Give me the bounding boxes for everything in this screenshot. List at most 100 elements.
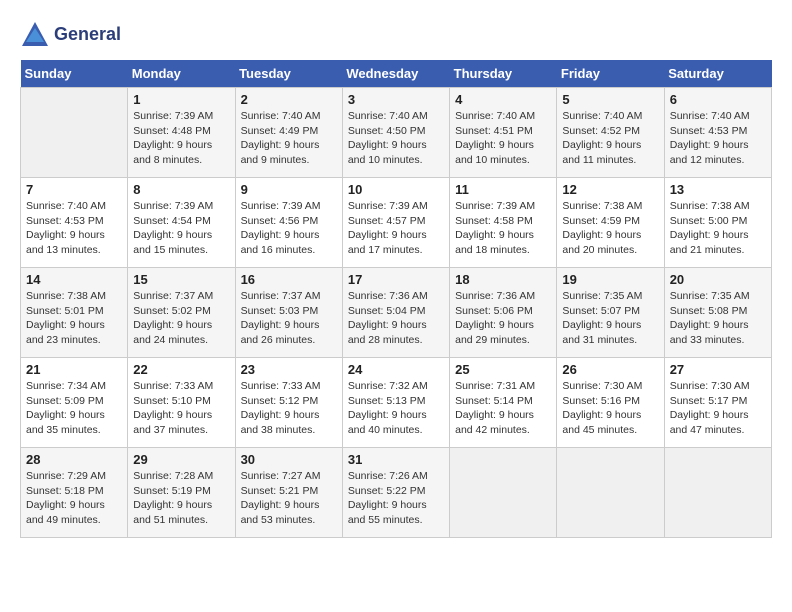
day-info: Sunrise: 7:31 AMSunset: 5:14 PMDaylight:… [455, 379, 551, 438]
calendar-week-1: 1Sunrise: 7:39 AMSunset: 4:48 PMDaylight… [21, 88, 772, 178]
day-number: 16 [241, 272, 337, 287]
day-info: Sunrise: 7:39 AMSunset: 4:48 PMDaylight:… [133, 109, 229, 168]
calendar-cell: 8Sunrise: 7:39 AMSunset: 4:54 PMDaylight… [128, 178, 235, 268]
day-info: Sunrise: 7:39 AMSunset: 4:54 PMDaylight:… [133, 199, 229, 258]
calendar-body: 1Sunrise: 7:39 AMSunset: 4:48 PMDaylight… [21, 88, 772, 538]
day-number: 2 [241, 92, 337, 107]
day-info: Sunrise: 7:39 AMSunset: 4:57 PMDaylight:… [348, 199, 444, 258]
day-number: 24 [348, 362, 444, 377]
calendar-cell [664, 448, 771, 538]
day-info: Sunrise: 7:40 AMSunset: 4:50 PMDaylight:… [348, 109, 444, 168]
day-number: 10 [348, 182, 444, 197]
header-day-wednesday: Wednesday [342, 60, 449, 88]
calendar-cell: 13 Sunrise: 7:38 AMSunset: 5:00 PMDayligh… [664, 178, 771, 268]
day-number: 20 [670, 272, 766, 287]
calendar-cell: 4 Sunrise: 7:40 AMSunset: 4:51 PMDaylight… [450, 88, 557, 178]
logo: General [20, 20, 121, 50]
day-number: 7 [26, 182, 122, 197]
calendar-cell: 2 Sunrise: 7:40 AMSunset: 4:49 PMDaylight… [235, 88, 342, 178]
day-number: 9 [241, 182, 337, 197]
day-number: 23 [241, 362, 337, 377]
calendar-cell: 14 Sunrise: 7:38 AMSunset: 5:01 PMDayligh… [21, 268, 128, 358]
day-info: Sunrise: 7:34 AMSunset: 5:09 PMDaylight:… [26, 379, 122, 438]
calendar-cell: 10 Sunrise: 7:39 AMSunset: 4:57 PMDayligh… [342, 178, 449, 268]
calendar-cell: 19 Sunrise: 7:35 AMSunset: 5:07 PMDayligh… [557, 268, 664, 358]
header-day-sunday: Sunday [21, 60, 128, 88]
logo-text: General [54, 25, 121, 45]
calendar-cell: 11 Sunrise: 7:39 AMSunset: 4:58 PMDayligh… [450, 178, 557, 268]
calendar-cell: 31Sunrise: 7:26 AMSunset: 5:22 PMDayligh… [342, 448, 449, 538]
day-info: Sunrise: 7:40 AMSunset: 4:49 PMDaylight:… [241, 109, 337, 168]
day-info: Sunrise: 7:28 AMSunset: 5:19 PMDaylight:… [133, 469, 229, 528]
calendar-cell: 27 Sunrise: 7:30 AMSunset: 5:17 PMDayligh… [664, 358, 771, 448]
calendar-cell: 26 Sunrise: 7:30 AMSunset: 5:16 PMDayligh… [557, 358, 664, 448]
header-day-monday: Monday [128, 60, 235, 88]
page-header: General [20, 20, 772, 50]
calendar-cell [21, 88, 128, 178]
calendar-cell: 30Sunrise: 7:27 AMSunset: 5:21 PMDayligh… [235, 448, 342, 538]
day-number: 22 [133, 362, 229, 377]
day-number: 28 [26, 452, 122, 467]
day-info: Sunrise: 7:39 AMSunset: 4:58 PMDaylight:… [455, 199, 551, 258]
day-info: Sunrise: 7:32 AMSunset: 5:13 PMDaylight:… [348, 379, 444, 438]
day-info: Sunrise: 7:38 AMSunset: 5:00 PMDaylight:… [670, 199, 766, 258]
day-info: Sunrise: 7:36 AMSunset: 5:06 PMDaylight:… [455, 289, 551, 348]
header-day-thursday: Thursday [450, 60, 557, 88]
calendar-cell: 22 Sunrise: 7:33 AMSunset: 5:10 PMDayligh… [128, 358, 235, 448]
day-info: Sunrise: 7:30 AMSunset: 5:17 PMDaylight:… [670, 379, 766, 438]
calendar-week-3: 14 Sunrise: 7:38 AMSunset: 5:01 PMDayligh… [21, 268, 772, 358]
day-info: Sunrise: 7:39 AMSunset: 4:56 PMDaylight:… [241, 199, 337, 258]
day-number: 11 [455, 182, 551, 197]
calendar-cell: 20 Sunrise: 7:35 AMSunset: 5:08 PMDayligh… [664, 268, 771, 358]
calendar-cell: 16Sunrise: 7:37 AMSunset: 5:03 PMDayligh… [235, 268, 342, 358]
day-number: 17 [348, 272, 444, 287]
day-info: Sunrise: 7:40 AMSunset: 4:53 PMDaylight:… [670, 109, 766, 168]
calendar-cell: 24 Sunrise: 7:32 AMSunset: 5:13 PMDayligh… [342, 358, 449, 448]
day-info: Sunrise: 7:40 AMSunset: 4:51 PMDaylight:… [455, 109, 551, 168]
calendar-cell: 3 Sunrise: 7:40 AMSunset: 4:50 PMDaylight… [342, 88, 449, 178]
calendar-cell: 12Sunrise: 7:38 AMSunset: 4:59 PMDayligh… [557, 178, 664, 268]
calendar-cell: 7 Sunrise: 7:40 AMSunset: 4:53 PMDaylight… [21, 178, 128, 268]
day-info: Sunrise: 7:37 AMSunset: 5:02 PMDaylight:… [133, 289, 229, 348]
day-number: 30 [241, 452, 337, 467]
day-info: Sunrise: 7:40 AMSunset: 4:52 PMDaylight:… [562, 109, 658, 168]
day-info: Sunrise: 7:38 AMSunset: 5:01 PMDaylight:… [26, 289, 122, 348]
day-number: 14 [26, 272, 122, 287]
header-day-friday: Friday [557, 60, 664, 88]
day-info: Sunrise: 7:30 AMSunset: 5:16 PMDaylight:… [562, 379, 658, 438]
day-info: Sunrise: 7:35 AMSunset: 5:08 PMDaylight:… [670, 289, 766, 348]
day-number: 21 [26, 362, 122, 377]
calendar-cell: 6 Sunrise: 7:40 AMSunset: 4:53 PMDaylight… [664, 88, 771, 178]
calendar-cell: 18 Sunrise: 7:36 AMSunset: 5:06 PMDayligh… [450, 268, 557, 358]
day-number: 4 [455, 92, 551, 107]
calendar-cell: 28 Sunrise: 7:29 AMSunset: 5:18 PMDayligh… [21, 448, 128, 538]
header-day-saturday: Saturday [664, 60, 771, 88]
day-number: 18 [455, 272, 551, 287]
day-info: Sunrise: 7:29 AMSunset: 5:18 PMDaylight:… [26, 469, 122, 528]
calendar-cell: 15Sunrise: 7:37 AMSunset: 5:02 PMDayligh… [128, 268, 235, 358]
day-number: 19 [562, 272, 658, 287]
day-number: 13 [670, 182, 766, 197]
day-info: Sunrise: 7:35 AMSunset: 5:07 PMDaylight:… [562, 289, 658, 348]
day-number: 6 [670, 92, 766, 107]
day-number: 31 [348, 452, 444, 467]
calendar-cell [557, 448, 664, 538]
calendar-cell: 23Sunrise: 7:33 AMSunset: 5:12 PMDayligh… [235, 358, 342, 448]
day-number: 27 [670, 362, 766, 377]
day-info: Sunrise: 7:33 AMSunset: 5:10 PMDaylight:… [133, 379, 229, 438]
calendar-week-2: 7 Sunrise: 7:40 AMSunset: 4:53 PMDaylight… [21, 178, 772, 268]
calendar-week-4: 21 Sunrise: 7:34 AMSunset: 5:09 PMDayligh… [21, 358, 772, 448]
calendar-cell: 1Sunrise: 7:39 AMSunset: 4:48 PMDaylight… [128, 88, 235, 178]
header-day-tuesday: Tuesday [235, 60, 342, 88]
calendar-cell: 29Sunrise: 7:28 AMSunset: 5:19 PMDayligh… [128, 448, 235, 538]
day-number: 12 [562, 182, 658, 197]
day-info: Sunrise: 7:40 AMSunset: 4:53 PMDaylight:… [26, 199, 122, 258]
calendar-cell: 5 Sunrise: 7:40 AMSunset: 4:52 PMDaylight… [557, 88, 664, 178]
day-number: 3 [348, 92, 444, 107]
day-number: 5 [562, 92, 658, 107]
day-info: Sunrise: 7:36 AMSunset: 5:04 PMDaylight:… [348, 289, 444, 348]
day-number: 26 [562, 362, 658, 377]
calendar-table: SundayMondayTuesdayWednesdayThursdayFrid… [20, 60, 772, 538]
calendar-week-5: 28 Sunrise: 7:29 AMSunset: 5:18 PMDayligh… [21, 448, 772, 538]
calendar-header: SundayMondayTuesdayWednesdayThursdayFrid… [21, 60, 772, 88]
